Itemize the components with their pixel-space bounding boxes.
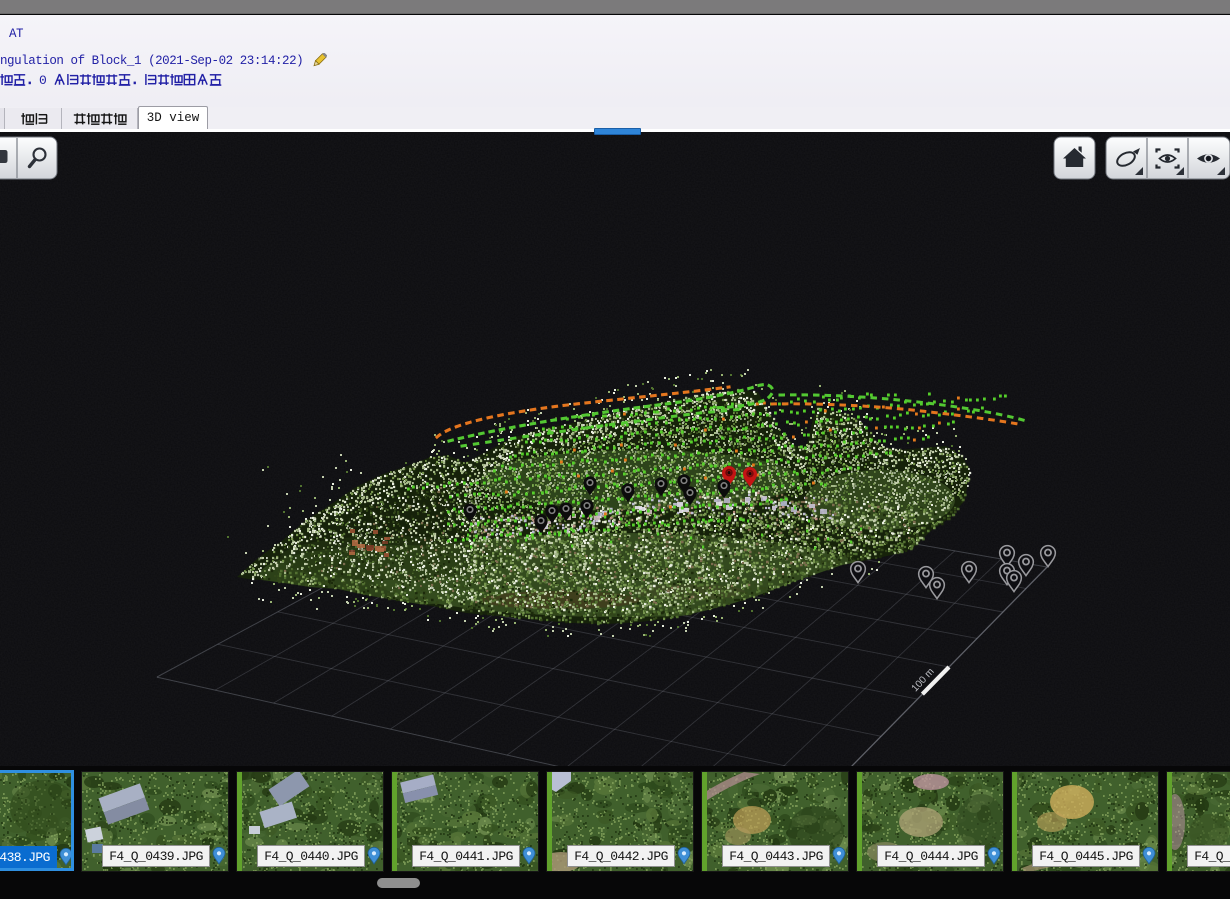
- svg-text:0: 0: [39, 73, 47, 88]
